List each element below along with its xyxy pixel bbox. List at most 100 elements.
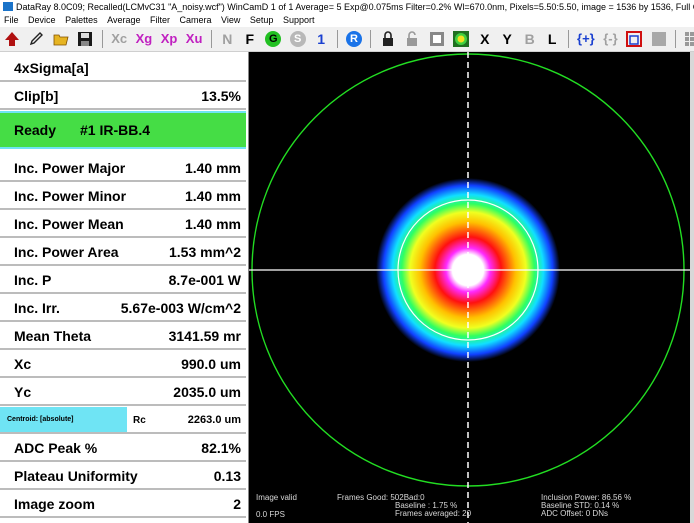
row-label: Inc. Power Area <box>14 244 119 260</box>
row-value: 82.1% <box>201 440 241 456</box>
row-value: 0.13 <box>213 468 241 484</box>
row-xc[interactable]: Xc 990.0 um <box>0 351 246 378</box>
row-plateau-uniformity[interactable]: Plateau Uniformity 0.13 <box>0 463 246 490</box>
vertical-scrollbar[interactable] <box>690 52 694 523</box>
row-label: Inc. Irr. <box>14 300 60 316</box>
grid-icon[interactable] <box>684 31 694 47</box>
menu-filter[interactable]: Filter <box>150 15 170 25</box>
row-inc-power-area[interactable]: Inc. Power Area 1.53 mm^2 <box>0 239 246 266</box>
x-button[interactable]: X <box>478 28 492 50</box>
row-inc-power-minor[interactable]: Inc. Power Minor 1.40 mm <box>0 183 246 210</box>
toolbar: Xc Xg Xp Xu N F G S 1 R X Y B L {+} {-} … <box>0 27 694 52</box>
row-label: Inc. P <box>14 272 52 288</box>
xc-button[interactable]: Xc <box>111 28 127 50</box>
row-value: 1.40 mm <box>184 188 241 204</box>
row-label: Yc <box>14 384 32 400</box>
toolbar-separator <box>567 30 569 48</box>
row-4xsigma[interactable]: 4xSigma[a] <box>0 55 246 82</box>
row-yc[interactable]: Yc 2035.0 um <box>0 379 246 406</box>
camera-name: #1 IR-BB.4 <box>80 122 151 138</box>
row-value: 2 <box>233 496 241 512</box>
app-icon <box>3 2 13 11</box>
row-value: 1.53 mm^2 <box>169 244 241 260</box>
row-inc-p[interactable]: Inc. P 8.7e-001 W <box>0 267 246 294</box>
row-label: Xc <box>14 356 32 372</box>
frame-icon[interactable] <box>429 31 445 47</box>
l-button[interactable]: L <box>545 28 559 50</box>
image-status: Image valid <box>256 493 297 502</box>
y-button[interactable]: Y <box>500 28 514 50</box>
b-button[interactable]: B <box>523 28 537 50</box>
bracket-plus-button[interactable]: {+} <box>577 28 595 50</box>
row-image-zoom[interactable]: Image zoom 2 <box>0 491 246 518</box>
title-bar: DataRay 8.0C09; Recalled(LCMvC31 "A_nois… <box>0 0 694 14</box>
crop-icon[interactable] <box>626 31 643 47</box>
menu-bar: File Device Palettes Average Filter Came… <box>0 14 694 27</box>
row-label: Inc. Power Minor <box>14 188 127 204</box>
menu-setup[interactable]: Setup <box>250 15 274 25</box>
n-button[interactable]: N <box>220 28 234 50</box>
row-label: 4xSigma[a] <box>14 60 89 76</box>
row-mean-theta[interactable]: Mean Theta 3141.59 mr <box>0 323 246 350</box>
fps-readout: 0.0 FPS <box>256 510 285 519</box>
row-label: Inc. Power Mean <box>14 216 124 232</box>
toolbar-separator <box>370 30 372 48</box>
adc-offset: ADC Offset: 0 DNs <box>541 509 608 518</box>
row-inc-power-mean[interactable]: Inc. Power Mean 1.40 mm <box>0 211 246 238</box>
toolbar-separator <box>210 30 212 48</box>
xu-button[interactable]: Xu <box>186 28 203 50</box>
beam-view-icon[interactable] <box>453 31 470 47</box>
ready-label: Ready <box>14 122 57 138</box>
row-inc-power-major[interactable]: Inc. Power Major 1.40 mm <box>0 155 246 182</box>
row-label: Mean Theta <box>14 328 92 344</box>
save-icon[interactable] <box>77 31 93 47</box>
unlock-icon[interactable] <box>404 31 420 47</box>
window-title: DataRay 8.0C09; Recalled(LCMvC31 "A_nois… <box>16 2 694 12</box>
beam-image <box>249 52 690 523</box>
row-centroid[interactable]: Centroid: [absolute] Rc 2263.0 um <box>0 407 246 434</box>
xp-button[interactable]: Xp <box>161 28 178 50</box>
gray-square-icon[interactable] <box>651 31 667 47</box>
r-button[interactable]: R <box>346 31 363 47</box>
row-value: 2035.0 um <box>173 384 241 400</box>
row-label: Inc. Power Major <box>14 160 126 176</box>
frames-averaged: Frames averaged: 20 <box>395 509 472 518</box>
row-label: Plateau Uniformity <box>14 468 138 484</box>
open-folder-icon[interactable] <box>53 31 69 47</box>
row-label: ADC Peak % <box>14 440 98 456</box>
s-button[interactable]: S <box>289 31 306 47</box>
centroid-mode[interactable]: Centroid: [absolute] <box>0 407 127 432</box>
row-label: Clip[b] <box>14 88 59 104</box>
menu-camera[interactable]: Camera <box>180 15 212 25</box>
row-value: 1.40 mm <box>184 216 241 232</box>
menu-device[interactable]: Device <box>28 15 56 25</box>
menu-file[interactable]: File <box>4 15 19 25</box>
f-button[interactable]: F <box>243 28 257 50</box>
toolbar-separator <box>101 30 103 48</box>
menu-palettes[interactable]: Palettes <box>65 15 98 25</box>
one-button[interactable]: 1 <box>314 28 328 50</box>
pencil-icon[interactable] <box>28 31 44 47</box>
g-button[interactable]: G <box>265 31 282 47</box>
rc-value: 2263.0 um <box>187 414 241 426</box>
toolbar-separator <box>675 30 676 48</box>
row-value: 990.0 um <box>181 356 241 372</box>
bracket-minus-button[interactable]: {-} <box>603 28 617 50</box>
xg-button[interactable]: Xg <box>136 28 153 50</box>
row-clip[interactable]: Clip[b] 13.5% <box>0 83 246 110</box>
beam-image-view[interactable]: Image valid 0.0 FPS Frames Good: 502Bad:… <box>249 52 690 523</box>
lock-icon[interactable] <box>380 31 396 47</box>
rc-label: Rc <box>133 415 146 426</box>
menu-view[interactable]: View <box>221 15 240 25</box>
menu-average[interactable]: Average <box>107 15 140 25</box>
menu-support[interactable]: Support <box>283 15 315 25</box>
row-inc-irr[interactable]: Inc. Irr. 5.67e-003 W/cm^2 <box>0 295 246 322</box>
up-arrow-icon[interactable] <box>4 31 20 47</box>
row-value: 13.5% <box>201 88 241 104</box>
row-value: 8.7e-001 W <box>168 272 241 288</box>
row-value: 1.40 mm <box>184 160 241 176</box>
ready-status-row[interactable]: Ready #1 IR-BB.4 <box>0 111 246 149</box>
row-value: 3141.59 mr <box>168 328 241 344</box>
row-adc-peak[interactable]: ADC Peak % 82.1% <box>0 435 246 462</box>
toolbar-separator <box>336 30 338 48</box>
